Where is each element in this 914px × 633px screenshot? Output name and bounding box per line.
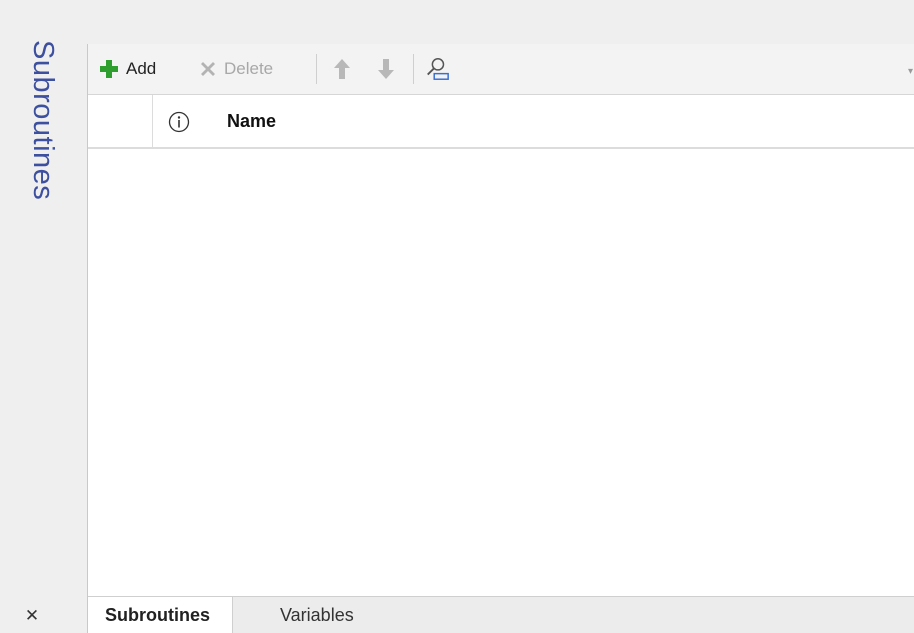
add-button[interactable]: Add (98, 55, 156, 83)
toolbar-separator (316, 54, 317, 84)
subroutines-window: Subroutines ✕ Add Delete ▾ Name Subrouti… (0, 0, 914, 633)
side-panel-title[interactable]: Subroutines (26, 40, 60, 280)
move-up-button[interactable] (329, 56, 355, 82)
name-column-header[interactable]: Name (227, 111, 276, 132)
delete-button-label: Delete (224, 59, 274, 78)
subroutines-panel: Add Delete ▾ Name Subroutines Variables (87, 44, 914, 633)
info-icon[interactable] (168, 111, 190, 133)
row-selector-column-header[interactable] (88, 95, 153, 147)
move-down-button[interactable] (373, 56, 399, 82)
arrow-down-icon (378, 59, 394, 79)
tab-subroutines[interactable]: Subroutines (88, 597, 233, 633)
bottom-tab-bar: Subroutines Variables (88, 596, 914, 633)
toolbar: Add Delete ▾ (88, 44, 914, 95)
side-panel-title-text: Subroutines (27, 40, 59, 201)
plus-icon (100, 60, 118, 78)
toolbar-separator (413, 54, 414, 84)
add-button-label: Add (126, 59, 157, 78)
toolbar-overflow-icon[interactable]: ▾ (908, 66, 913, 77)
delete-button[interactable]: Delete (198, 55, 273, 83)
close-icon[interactable]: ✕ (22, 606, 42, 626)
grid-header: Name (88, 95, 914, 149)
arrow-up-icon (334, 59, 350, 79)
subroutines-grid-body[interactable] (88, 149, 914, 596)
search-icon (427, 58, 449, 80)
tab-variables[interactable]: Variables (268, 597, 366, 633)
find-button[interactable] (424, 56, 450, 82)
delete-x-icon (201, 62, 215, 76)
